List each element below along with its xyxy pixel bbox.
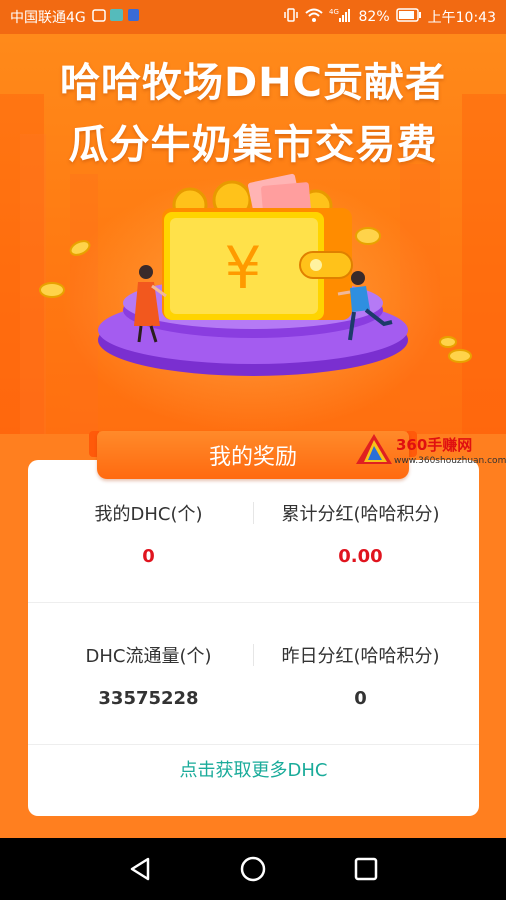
stat-label: DHC流通量(个) [85, 646, 212, 667]
stat-value: 33575228 [98, 688, 199, 709]
vibrate-icon [283, 7, 299, 27]
home-icon[interactable] [237, 853, 269, 885]
navigation-bar [0, 838, 506, 900]
divider [28, 602, 479, 603]
back-icon[interactable] [124, 853, 156, 885]
stat-value: 0.00 [338, 546, 383, 567]
signal-icon: 4G [329, 7, 353, 27]
watermark-url: www.360shouzhuan.com [394, 456, 506, 466]
triangle-logo-icon [356, 434, 392, 464]
stat-yesterday-dividend: 昨日分红(哈哈积分) 0 [248, 642, 473, 709]
status-bar: 中国联通4G 4G 82% 上午10:43 [0, 0, 506, 34]
wallet-illustration: ¥ [39, 173, 472, 376]
rewards-card: 我的DHC(个) 0 累计分红(哈哈积分) 0.00 DHC流通量(个) 335… [28, 460, 479, 816]
stat-value: 0 [354, 688, 367, 709]
stat-my-dhc: 我的DHC(个) 0 [36, 500, 261, 567]
stat-label: 累计分红(哈哈积分) [281, 504, 440, 525]
recents-icon[interactable] [350, 853, 382, 885]
clock: 上午10:43 [427, 10, 496, 26]
stat-label: 我的DHC(个) [94, 504, 203, 525]
get-more-dhc-link[interactable]: 点击获取更多DHC [28, 756, 479, 782]
watermark-title: 360手赚网 [396, 436, 473, 454]
stat-dhc-circulation: DHC流通量(个) 33575228 [36, 642, 261, 709]
battery-percent: 82% [358, 9, 390, 25]
stat-value: 0 [142, 546, 155, 567]
bottom-band [0, 816, 506, 838]
carrier-label: 中国联通4G [10, 10, 86, 26]
notification-icon [92, 7, 140, 27]
battery-icon [395, 8, 422, 26]
wifi-icon [304, 7, 323, 27]
yen-symbol: ¥ [225, 234, 262, 302]
stat-total-dividend: 累计分红(哈哈积分) 0.00 [248, 500, 473, 567]
network-tag: 4G [329, 8, 339, 16]
hero-title-line1: 哈哈牧场DHC贡献者 [59, 60, 447, 106]
stat-label: 昨日分红(哈哈积分) [281, 646, 440, 667]
divider [28, 744, 479, 745]
watermark-logo: 360手赚网 www.360shouzhuan.com [354, 432, 506, 468]
